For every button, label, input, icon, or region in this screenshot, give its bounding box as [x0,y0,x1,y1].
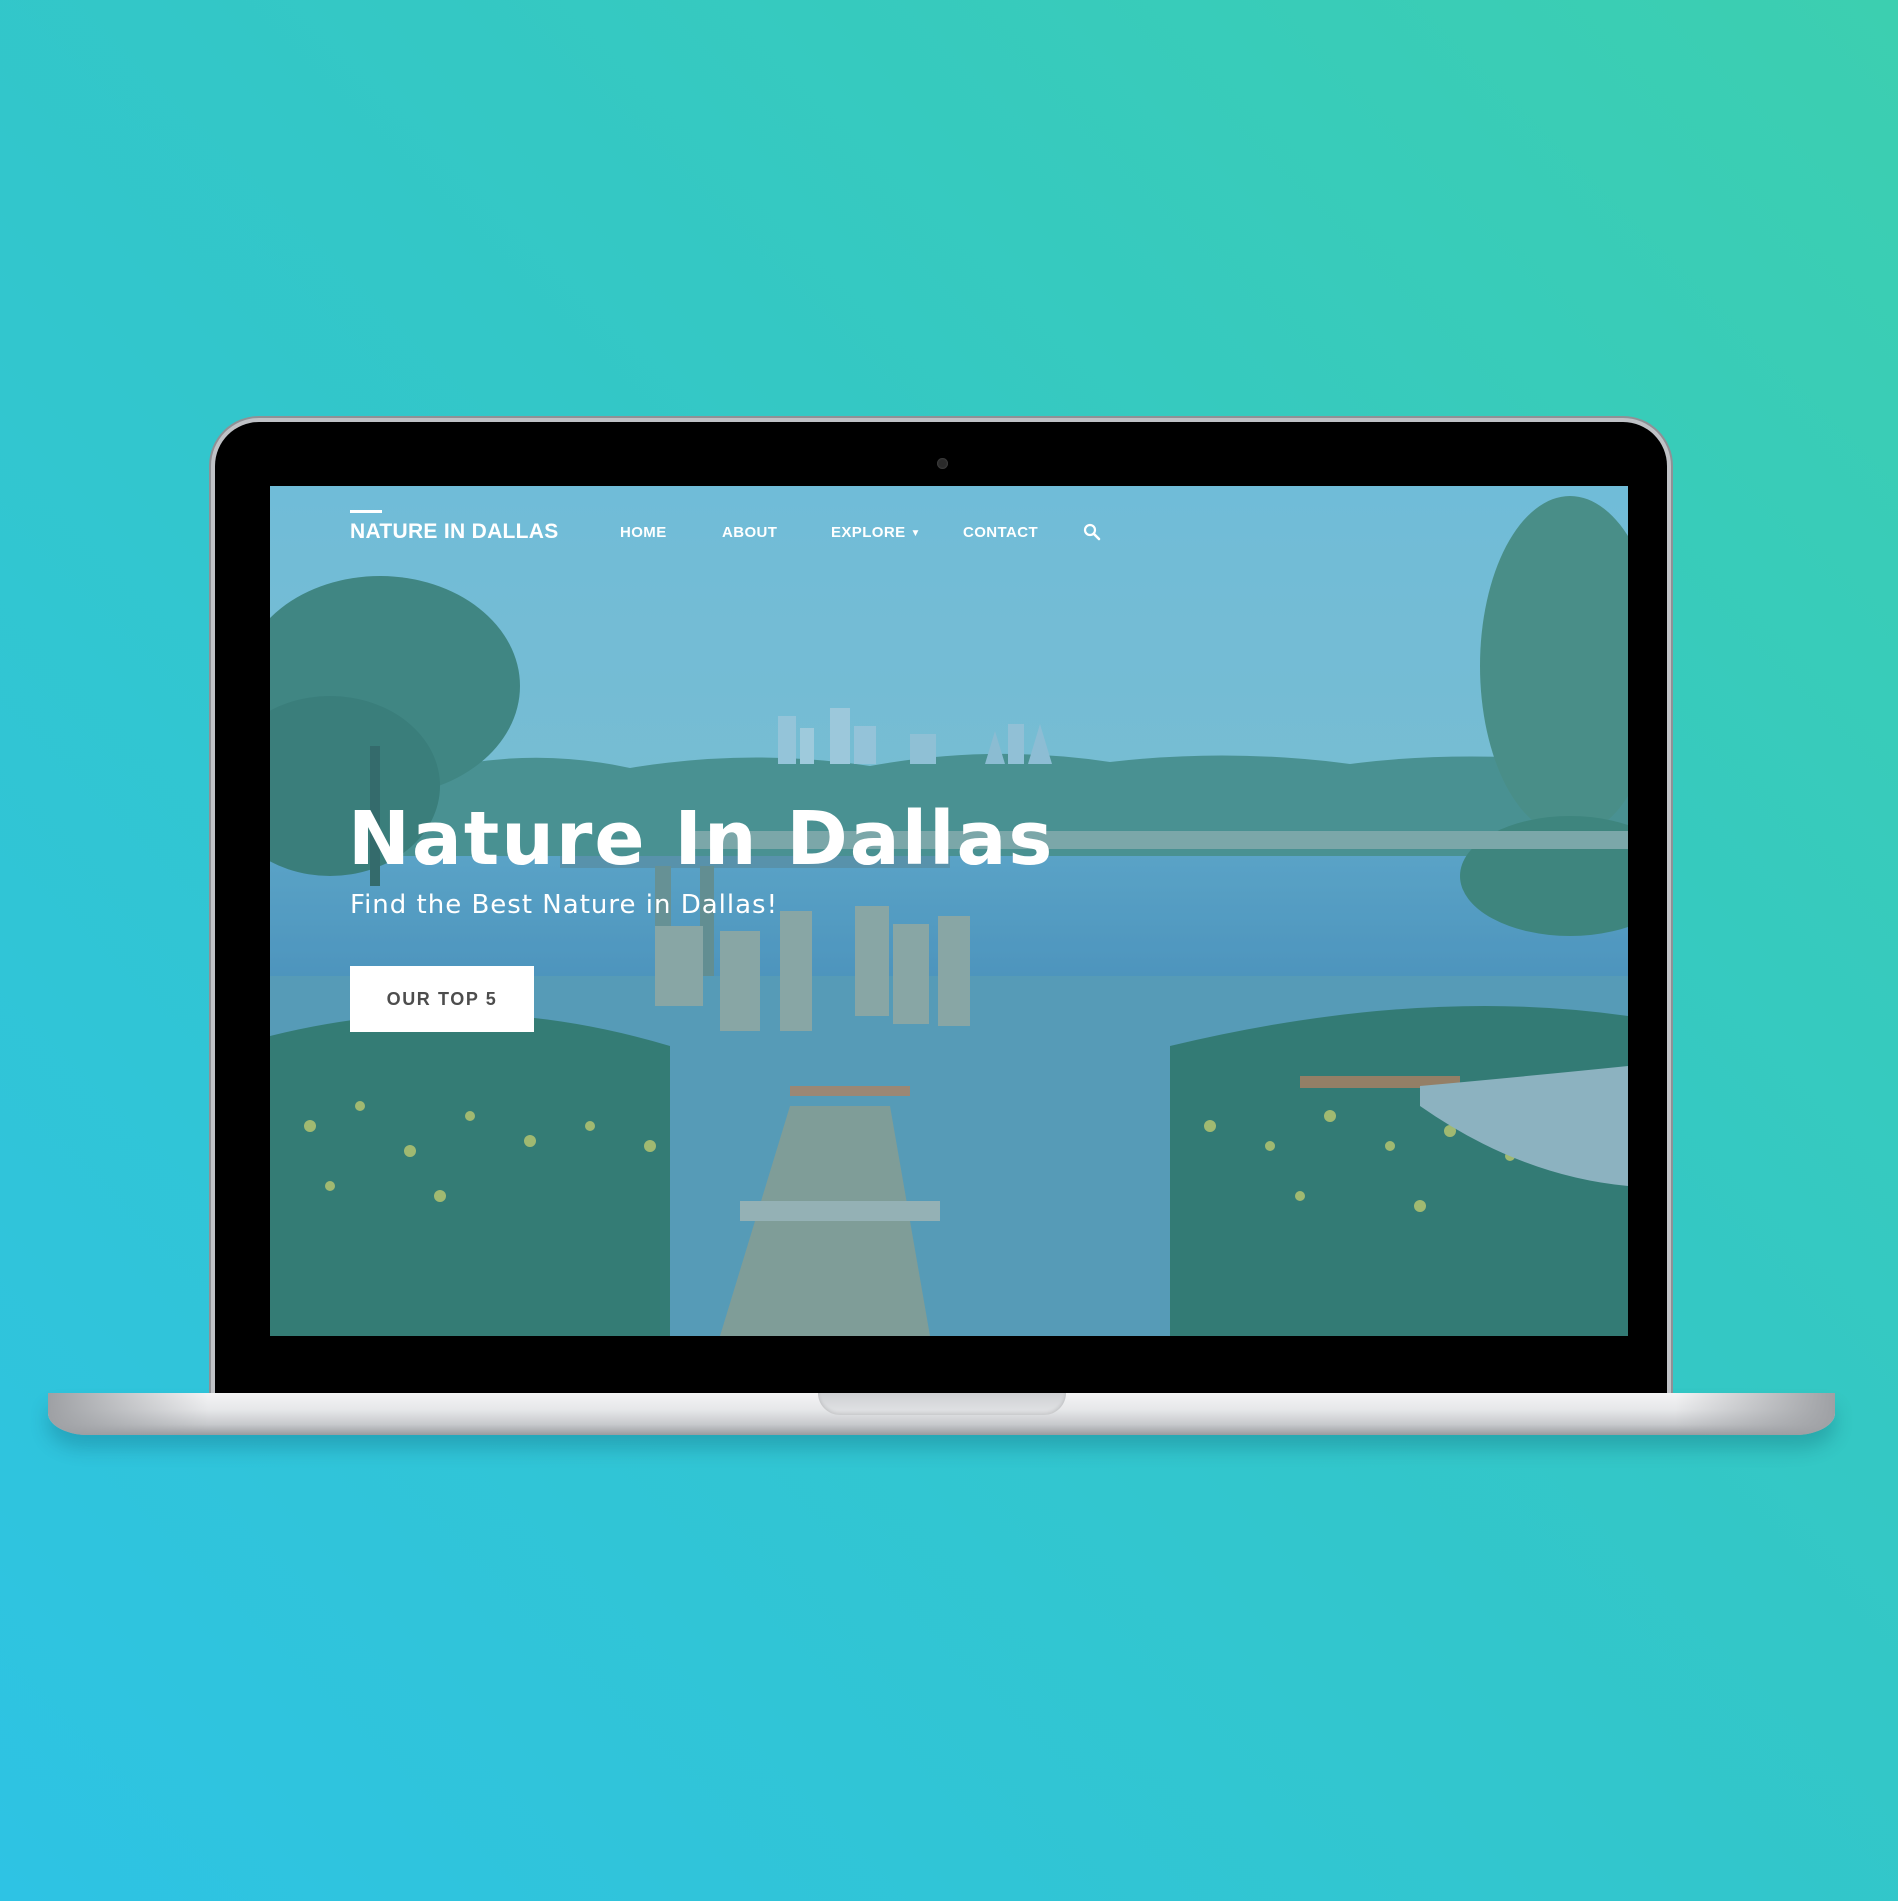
hero-title: Nature In Dallas [348,796,1055,882]
hero-subtitle: Find the Best Nature in Dallas! [350,890,779,920]
laptop-base-left-edge [48,1393,208,1435]
laptop-open-notch [818,1393,1066,1415]
nav-contact[interactable]: CONTACT [963,524,1038,541]
nav-home[interactable]: HOME [620,524,667,541]
laptop-mockup: NATURE IN DALLAS HOME ABOUT EXPLORE ▼ CON… [0,0,1898,1901]
search-icon[interactable] [1082,522,1102,542]
webcam [937,458,948,469]
chevron-down-icon: ▼ [910,528,921,539]
nav-about[interactable]: ABOUT [722,524,777,541]
brand-accent-bar [350,510,382,513]
website-screen: NATURE IN DALLAS HOME ABOUT EXPLORE ▼ CON… [270,486,1628,1336]
laptop-base-right-edge [1675,1393,1835,1435]
our-top-5-button[interactable]: OUR TOP 5 [350,966,534,1032]
nav-explore[interactable]: EXPLORE ▼ [831,524,921,541]
nav-explore-label: EXPLORE [831,524,906,541]
site-logo[interactable]: NATURE IN DALLAS [350,520,559,544]
